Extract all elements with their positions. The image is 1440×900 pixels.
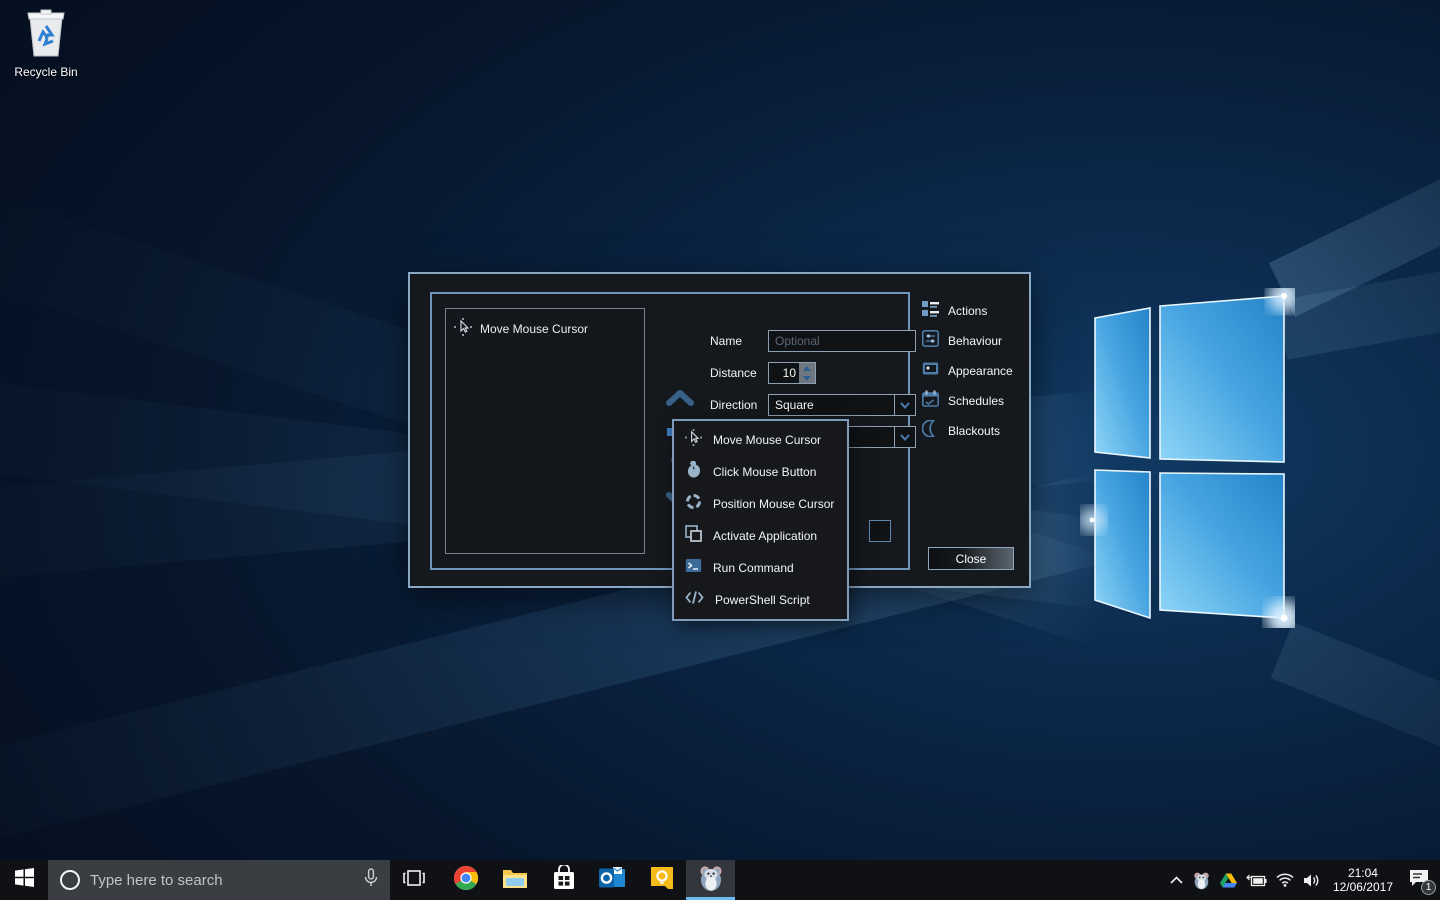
direction-value: Square <box>769 395 894 415</box>
notification-badge: 1 <box>1421 880 1436 895</box>
light-beam <box>1269 79 1440 317</box>
name-input[interactable] <box>768 330 916 352</box>
spin-up-button[interactable] <box>799 363 815 373</box>
windows-overlap-icon <box>685 525 702 547</box>
calendar-icon <box>922 390 939 412</box>
terminal-icon <box>685 557 702 579</box>
taskbar-app-move-mouse[interactable] <box>686 860 735 900</box>
clock-date: 12/06/2017 <box>1333 880 1393 894</box>
nav-label: Appearance <box>948 364 1013 378</box>
menu-item-run-command[interactable]: Run Command <box>674 552 847 584</box>
direction-label: Direction <box>710 398 768 412</box>
taskbar-app-chrome[interactable] <box>441 860 490 900</box>
code-icon <box>685 590 704 610</box>
store-icon <box>552 865 576 896</box>
outlook-icon <box>599 866 626 895</box>
nav-label: Blackouts <box>948 424 1000 438</box>
nav-label: Actions <box>948 304 987 318</box>
nav-item-actions[interactable]: Actions <box>922 296 1030 326</box>
nav-item-behaviour[interactable]: Behaviour <box>922 326 1030 356</box>
menu-item-label: Activate Application <box>713 529 817 543</box>
moon-icon <box>922 420 939 442</box>
list-item[interactable]: Move Mouse Cursor <box>446 309 644 348</box>
menu-item-position-mouse-cursor[interactable]: Position Mouse Cursor <box>674 488 847 520</box>
google-drive-icon[interactable] <box>1220 873 1237 888</box>
recycle-bin-label: Recycle Bin <box>8 65 84 79</box>
triangle-down-icon <box>803 376 811 381</box>
distance-stepper <box>768 362 816 384</box>
taskbar-app-file-explorer[interactable] <box>490 860 539 900</box>
nav-label: Schedules <box>948 394 1004 408</box>
close-button[interactable]: Close <box>928 547 1014 570</box>
windows-logo-icon <box>15 868 34 892</box>
light-beam <box>1271 622 1440 835</box>
recycle-bin-icon <box>24 45 68 62</box>
menu-item-activate-application[interactable]: Activate Application <box>674 520 847 552</box>
keep-icon <box>650 866 674 895</box>
nav-item-blackouts[interactable]: Blackouts <box>922 416 1030 446</box>
actions-listbox[interactable]: Move Mouse Cursor <box>445 308 645 554</box>
distance-label: Distance <box>710 366 768 380</box>
volume-icon[interactable] <box>1303 873 1320 888</box>
move-mouse-app-icon <box>697 864 725 897</box>
move-up-button[interactable] <box>663 384 697 414</box>
triangle-up-icon <box>803 366 811 371</box>
nav-item-appearance[interactable]: Appearance <box>922 356 1030 386</box>
taskbar-app-store[interactable] <box>539 860 588 900</box>
menu-item-label: Move Mouse Cursor <box>713 433 821 447</box>
target-icon <box>685 493 702 515</box>
image-icon <box>922 360 939 382</box>
desktop: Recycle Bin Move Mouse Cursor <box>0 0 1440 900</box>
tray-move-mouse-icon[interactable] <box>1192 871 1211 890</box>
chevron-down-icon <box>894 395 915 415</box>
microphone-icon[interactable] <box>364 868 378 893</box>
cursor-move-icon <box>454 318 472 339</box>
nav-label: Behaviour <box>948 334 1002 348</box>
option-checkbox[interactable] <box>869 520 891 542</box>
wifi-icon[interactable] <box>1276 873 1294 887</box>
list-details-icon <box>922 300 939 322</box>
add-action-menu: Move Mouse Cursor Click Mouse Button Pos… <box>672 419 849 621</box>
menu-item-label: Click Mouse Button <box>713 465 816 479</box>
clock-time: 21:04 <box>1333 866 1393 880</box>
chevron-up-icon <box>666 389 694 410</box>
sliders-icon <box>922 330 939 352</box>
taskbar-app-keep[interactable] <box>637 860 686 900</box>
nav-item-schedules[interactable]: Schedules <box>922 386 1030 416</box>
windows-logo-wallpaper <box>1080 288 1295 628</box>
light-beam <box>1277 228 1440 360</box>
action-center-button[interactable]: 1 <box>1406 867 1432 893</box>
search-input[interactable] <box>90 872 364 889</box>
folder-icon <box>502 867 528 894</box>
menu-item-click-mouse-button[interactable]: Click Mouse Button <box>674 456 847 488</box>
taskbar: 21:04 12/06/2017 1 <box>0 860 1440 900</box>
distance-input[interactable] <box>769 363 799 383</box>
taskbar-search[interactable] <box>48 860 390 900</box>
menu-item-label: Position Mouse Cursor <box>713 497 834 511</box>
system-tray: 21:04 12/06/2017 1 <box>1170 860 1440 900</box>
list-item-label: Move Mouse Cursor <box>480 322 588 336</box>
spin-down-button[interactable] <box>799 373 815 383</box>
window-navigation: Actions Behaviour <box>922 296 1030 446</box>
menu-item-move-mouse-cursor[interactable]: Move Mouse Cursor <box>674 424 847 456</box>
name-label: Name <box>710 334 768 348</box>
task-view-button[interactable] <box>390 860 438 900</box>
chevron-down-icon <box>894 427 915 447</box>
chrome-icon <box>453 865 479 896</box>
taskbar-clock[interactable]: 21:04 12/06/2017 <box>1329 866 1397 894</box>
start-button[interactable] <box>0 860 48 900</box>
cortana-icon <box>60 870 80 890</box>
recycle-bin-shortcut[interactable]: Recycle Bin <box>8 8 84 79</box>
task-view-icon <box>403 869 425 892</box>
taskbar-app-outlook[interactable] <box>588 860 637 900</box>
tray-chevron-up-icon[interactable] <box>1170 876 1183 884</box>
mouse-icon <box>685 461 702 483</box>
menu-item-label: Run Command <box>713 561 794 575</box>
cursor-move-icon <box>685 429 702 451</box>
menu-item-label: PowerShell Script <box>715 593 810 607</box>
menu-item-powershell-script[interactable]: PowerShell Script <box>674 584 847 616</box>
direction-dropdown[interactable]: Square <box>768 394 916 416</box>
battery-icon[interactable] <box>1246 874 1267 887</box>
